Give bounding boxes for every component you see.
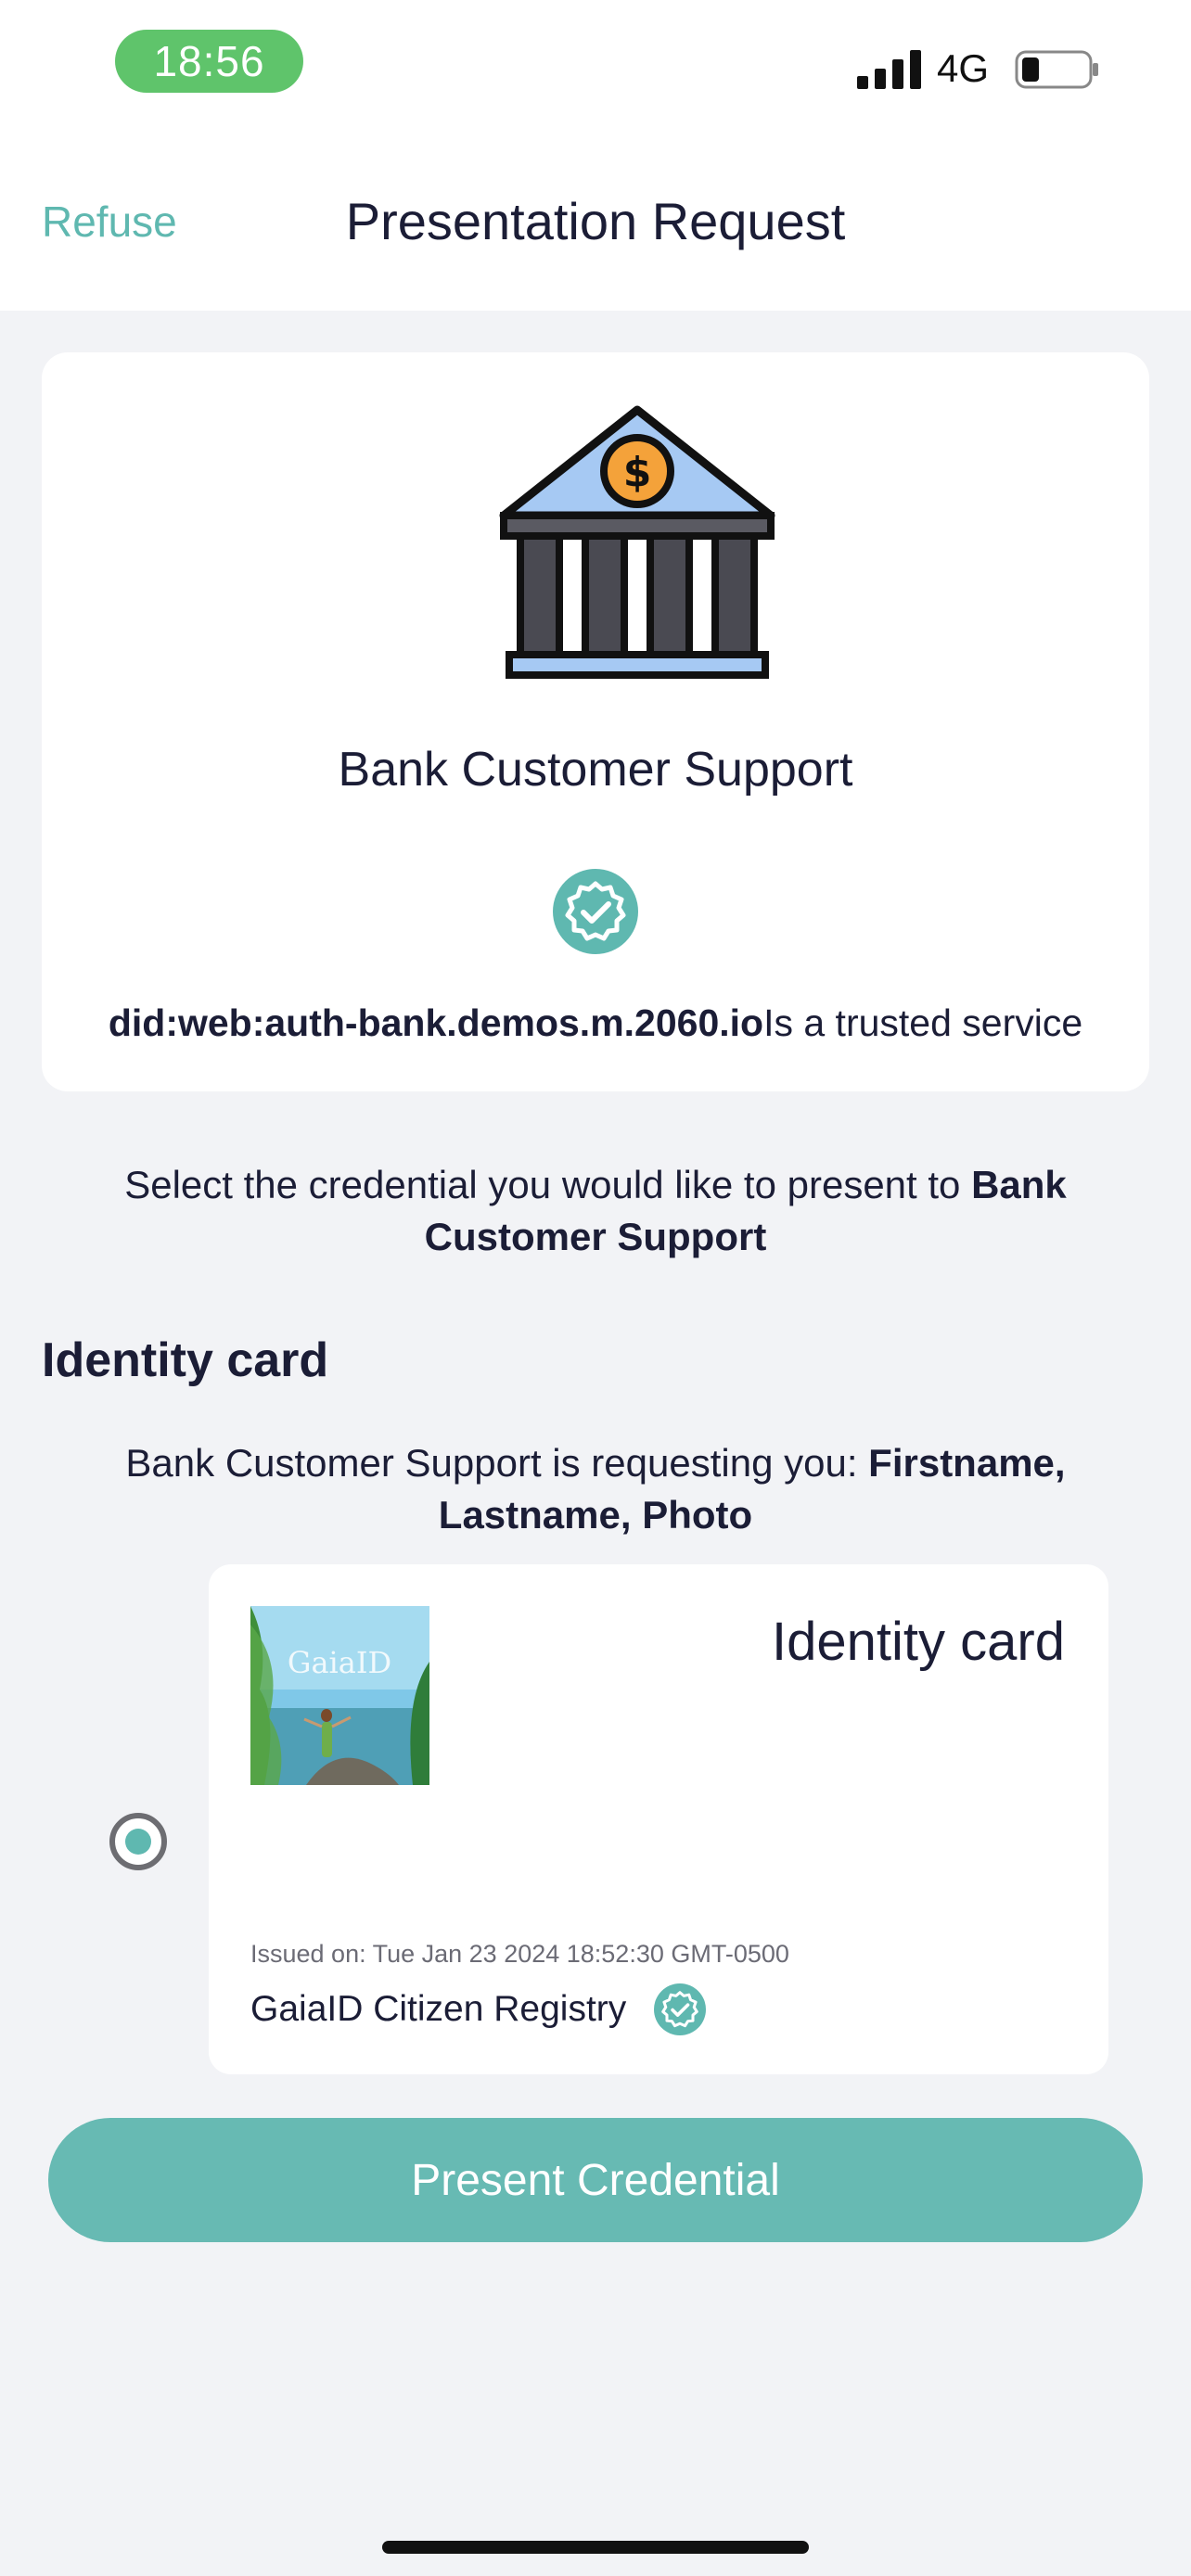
signal-icon (857, 50, 921, 89)
selection-prompt: Select the credential you would like to … (74, 1159, 1117, 1263)
credential-issuer-row: GaiaID Citizen Registry (250, 1983, 707, 2035)
home-indicator (382, 2541, 809, 2554)
trust-text: Is a trusted service (763, 1001, 1083, 1044)
issuer-did: did:web:auth-bank.demos.m.2060.io (108, 1001, 764, 1044)
issued-on: Issued on: Tue Jan 23 2024 18:52:30 GMT-… (250, 1940, 789, 1968)
credential-card[interactable]: GaiaID Identity card Issued on: Tue Jan … (209, 1564, 1108, 2074)
credential-issuer: GaiaID Citizen Registry (250, 1989, 627, 2029)
navigation-bar: Refuse Presentation Request (0, 148, 1191, 311)
request-description: Bank Customer Support is requesting you:… (74, 1437, 1117, 1541)
present-credential-button[interactable]: Present Credential (48, 2118, 1143, 2242)
status-bar: 18:56 4G (0, 0, 1191, 148)
credential-photo-image: GaiaID (250, 1606, 429, 1785)
page-title: Presentation Request (345, 192, 846, 250)
verified-badge-icon (553, 869, 638, 954)
selection-prompt-text: Select the credential you would like to … (124, 1163, 972, 1206)
issuer-card: $ Bank Customer Support did:web:auth-ban… (42, 352, 1149, 1091)
bank-icon: $ (499, 405, 775, 679)
radio-selected-dot (125, 1829, 151, 1855)
battery-icon (1015, 50, 1098, 89)
trust-statement: did:web:auth-bank.demos.m.2060.ioIs a tr… (42, 1001, 1149, 1045)
verified-badge-icon (654, 1983, 707, 2035)
credential-title: Identity card (772, 1612, 1065, 1672)
issuer-name: Bank Customer Support (338, 743, 853, 797)
credential-photo: GaiaID (250, 1606, 429, 1785)
status-time: 18:56 (115, 30, 303, 93)
request-prefix: Bank Customer Support is requesting you: (125, 1441, 869, 1485)
section-title: Identity card (42, 1333, 329, 1387)
network-type: 4G (937, 46, 990, 90)
svg-text:$: $ (623, 449, 652, 496)
credential-radio[interactable] (109, 1813, 167, 1870)
photo-caption: GaiaID (288, 1645, 391, 1680)
